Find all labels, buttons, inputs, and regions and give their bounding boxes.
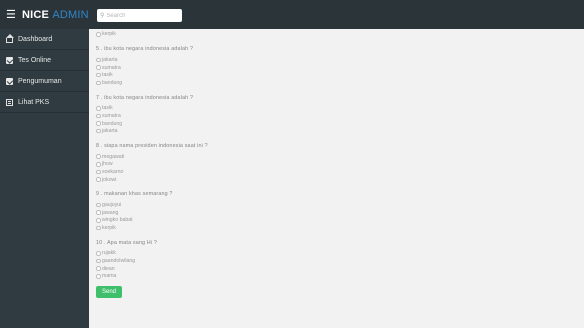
answer-option[interactable]: kerpik [96, 31, 584, 39]
brand-logo[interactable]: NICE ADMIN [22, 9, 89, 21]
question-block: 9 . makanan khas semarang ? gaujuyui jawan… [96, 191, 584, 231]
radio-button[interactable] [96, 218, 101, 223]
question-block: 10 . Apa mata sang Hi ? rujakk gaandolwila… [96, 240, 584, 280]
option-label: jawang [102, 209, 119, 216]
option-label: sumatra [102, 112, 121, 119]
sidebar: Dashboard Tes Online Pengumuman Lihat PK… [0, 29, 89, 328]
option-label: rujakk [102, 250, 116, 257]
option-label: kerpik [102, 224, 116, 231]
radio-button[interactable] [96, 202, 101, 208]
radio-button[interactable] [96, 154, 101, 159]
radio-button[interactable] [96, 80, 101, 86]
answer-option[interactable]: wingko babat [96, 217, 584, 225]
radio-button[interactable] [96, 32, 101, 37]
answer-option[interactable]: gaujuyui [96, 201, 584, 209]
submit-button[interactable]: Send [96, 286, 123, 299]
answer-option[interactable]: megawati [96, 153, 584, 161]
answer-option[interactable]: tasik [96, 71, 584, 79]
radio-button[interactable] [96, 65, 101, 70]
option-label: kerpik [102, 31, 116, 38]
option-label: gaujuyui [102, 202, 122, 209]
answer-option[interactable]: jhow [96, 161, 584, 169]
search-input[interactable] [106, 12, 177, 19]
sidebar-item-label: Pengumuman [18, 77, 62, 85]
sidebar-item-label: Dashboard [18, 35, 53, 43]
top-navbar: ☰ NICE ADMIN ⚲ [0, 0, 584, 29]
radio-button[interactable] [96, 106, 101, 111]
option-label: tasik [102, 105, 113, 112]
answer-option[interactable]: jakarta [96, 56, 584, 64]
option-label: diean [102, 265, 115, 272]
question-block: 8 . siapa nama presiden indonesia saat i… [96, 143, 584, 183]
sidebar-item-label: Tes Online [18, 56, 52, 64]
search-box[interactable]: ⚲ [97, 9, 182, 22]
radio-button[interactable] [96, 266, 101, 271]
radio-button[interactable] [96, 169, 101, 175]
search-icon: ⚲ [100, 13, 105, 19]
question-title: 8 . siapa nama presiden indonesia saat i… [96, 142, 208, 149]
option-label: wingko babat [102, 217, 133, 224]
option-label: mama [102, 273, 117, 280]
option-label: megawati [102, 153, 125, 160]
hamburger-menu-icon[interactable]: ☰ [6, 8, 16, 21]
answer-option[interactable]: rujakk [96, 250, 584, 258]
radio-button[interactable] [96, 162, 101, 167]
radio-button[interactable] [96, 225, 101, 231]
option-label: bandung [102, 79, 123, 86]
radio-button[interactable] [96, 258, 101, 264]
radio-button[interactable] [96, 57, 101, 63]
option-label: tasik [102, 72, 113, 79]
question-block: 5 . ibu kota negara indonesia adalah ? ja… [96, 46, 584, 86]
list-icon [6, 98, 13, 106]
quiz-form: gaujuyuikerpik5 . ibu kota negara indone… [96, 29, 584, 299]
question-title: 10 . Apa mata sang Hi ? [96, 239, 157, 246]
answer-option[interactable]: kerpik [96, 224, 584, 232]
answer-option[interactable]: jokowi [96, 176, 584, 184]
radio-button[interactable] [96, 72, 101, 78]
sidebar-item-tes-online[interactable]: Tes Online [0, 50, 89, 71]
option-label: jokowi [102, 176, 117, 183]
radio-button[interactable] [96, 128, 101, 134]
checkbox-icon [6, 77, 13, 85]
home-icon [6, 33, 14, 43]
option-label: soekarno [102, 168, 124, 175]
radio-button[interactable] [96, 121, 101, 126]
question-title: 5 . ibu kota negara indonesia adalah ? [96, 46, 194, 53]
option-label: jakarta [102, 128, 118, 135]
question-block: gaujuyuikerpik [96, 29, 584, 38]
question-title: 7 . ibu kota negara indonesia adalah ? [96, 94, 194, 101]
radio-button[interactable] [96, 274, 101, 279]
checkbox-icon [6, 56, 13, 64]
brand-text-accent: ADMIN [52, 8, 89, 21]
answer-option[interactable]: tasik [96, 105, 584, 113]
answer-option[interactable]: bandung [96, 120, 584, 128]
option-label: gaujuyui [102, 29, 121, 30]
option-label: sumatra [102, 64, 121, 71]
sidebar-item-pengumuman[interactable]: Pengumuman [0, 71, 89, 92]
radio-button[interactable] [96, 251, 101, 256]
sidebar-item-dashboard[interactable]: Dashboard [0, 29, 89, 50]
answer-option[interactable]: sumatra [96, 64, 584, 72]
brand-text-primary: NICE [22, 8, 50, 21]
answer-option[interactable]: jakarta [96, 127, 584, 135]
radio-button[interactable] [96, 113, 101, 119]
sidebar-item-lihat-pks[interactable]: Lihat PKS [0, 92, 89, 113]
answer-option[interactable]: diean [96, 265, 584, 273]
radio-button[interactable] [96, 210, 101, 215]
option-label: gaandolwilang [102, 258, 136, 265]
answer-option[interactable]: bandung [96, 79, 584, 87]
sidebar-item-label: Lihat PKS [18, 98, 50, 106]
main-content: gaujuyuikerpik5 . ibu kota negara indone… [89, 29, 584, 328]
option-label: jhow [102, 161, 113, 168]
answer-option[interactable]: mama [96, 272, 584, 280]
radio-button[interactable] [96, 177, 101, 182]
question-block: 7 . ibu kota negara indonesia adalah ? ta… [96, 95, 584, 135]
question-title: 9 . makanan khas semarang ? [96, 191, 173, 198]
option-label: jakarta [102, 56, 118, 63]
answer-option[interactable]: soekarno [96, 168, 584, 176]
option-label: bandung [102, 120, 123, 127]
answer-option[interactable]: sumatra [96, 112, 584, 120]
answer-option[interactable]: gaandolwilang [96, 257, 584, 265]
answer-option[interactable]: jawang [96, 209, 584, 217]
